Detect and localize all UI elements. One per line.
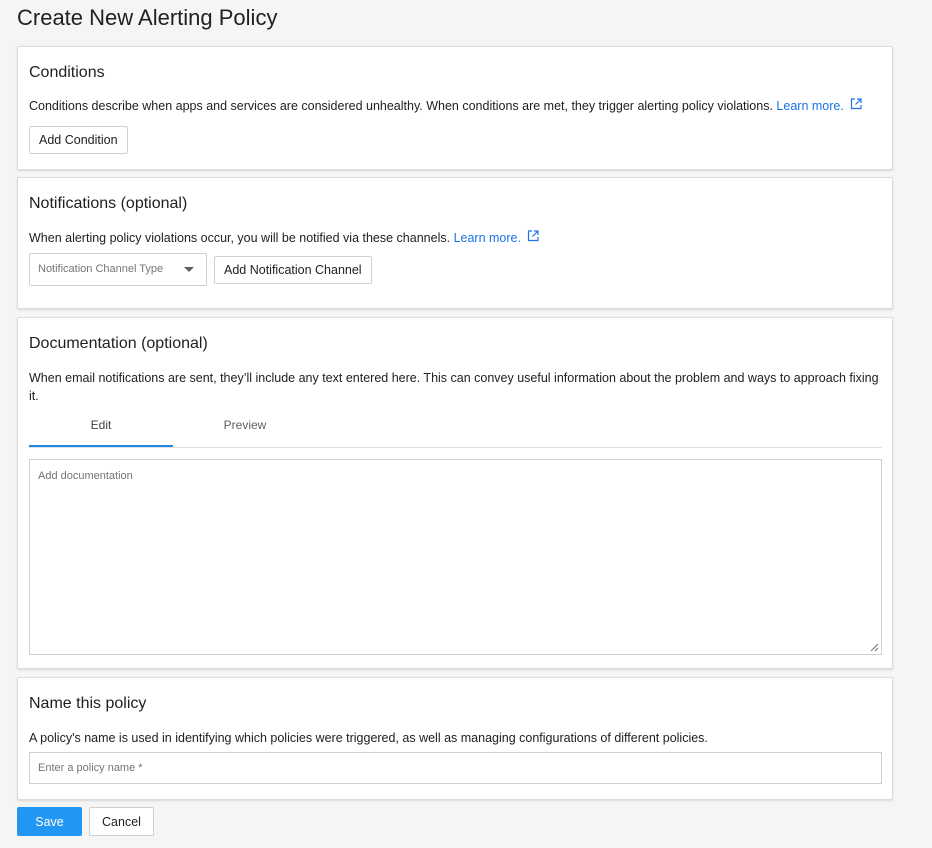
cancel-button[interactable]: Cancel: [89, 807, 154, 836]
notification-channel-type-select[interactable]: Notification Channel Type: [29, 253, 207, 286]
conditions-card: Conditions Conditions describe when apps…: [17, 46, 893, 170]
documentation-card: Documentation (optional) When email noti…: [17, 317, 893, 669]
page: Create New Alerting Policy Conditions Co…: [0, 0, 932, 848]
external-link-icon: [850, 98, 862, 110]
documentation-tabs: Edit Preview: [29, 410, 882, 448]
name-policy-title: Name this policy: [29, 695, 147, 712]
documentation-title: Documentation (optional): [29, 335, 208, 352]
chevron-down-icon: [184, 267, 194, 272]
notifications-learn-more-link[interactable]: Learn more.: [454, 230, 539, 245]
notifications-description: When alerting policy violations occur, y…: [29, 229, 881, 247]
policy-name-placeholder: Enter a policy name *: [38, 762, 143, 774]
name-policy-description: A policy's name is used in identifying w…: [29, 731, 708, 745]
notifications-title: Notifications (optional): [29, 195, 188, 212]
external-link-icon: [527, 230, 539, 242]
policy-name-input[interactable]: Enter a policy name *: [29, 752, 882, 784]
documentation-placeholder: Add documentation: [38, 470, 133, 482]
notification-channel-type-placeholder: Notification Channel Type: [38, 263, 164, 275]
tab-preview[interactable]: Preview: [173, 410, 317, 446]
save-button[interactable]: Save: [17, 807, 82, 836]
add-notification-channel-button[interactable]: Add Notification Channel: [214, 256, 372, 284]
tab-edit[interactable]: Edit: [29, 410, 173, 447]
conditions-title: Conditions: [29, 64, 105, 81]
conditions-learn-more-link[interactable]: Learn more.: [776, 98, 862, 113]
notifications-description-text: When alerting policy violations occur, y…: [29, 231, 451, 245]
documentation-description: When email notifications are sent, they’…: [29, 371, 879, 403]
notifications-card: Notifications (optional) When alerting p…: [17, 177, 893, 309]
conditions-description: Conditions describe when apps and servic…: [29, 97, 881, 115]
add-condition-button[interactable]: Add Condition: [29, 126, 128, 154]
name-policy-card: Name this policy A policy's name is used…: [17, 677, 893, 800]
page-title: Create New Alerting Policy: [17, 5, 278, 30]
resize-grip-icon[interactable]: [869, 642, 879, 652]
conditions-description-text: Conditions describe when apps and servic…: [29, 99, 773, 113]
documentation-textarea[interactable]: Add documentation: [29, 459, 882, 655]
